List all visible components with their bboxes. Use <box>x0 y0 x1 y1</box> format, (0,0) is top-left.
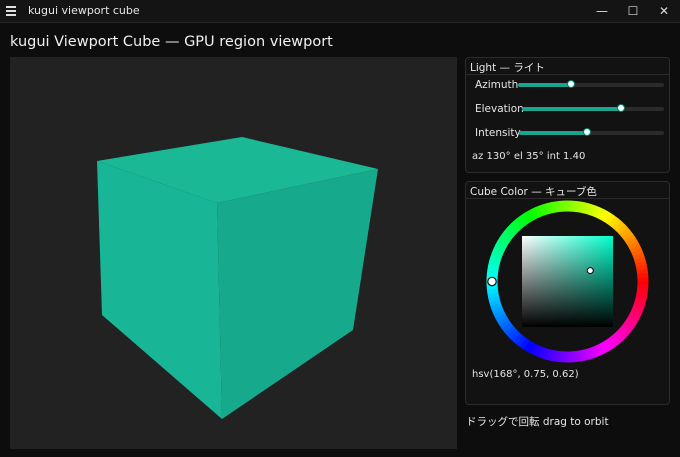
window-title: kugui viewport cube <box>28 4 140 17</box>
title-bar: kugui viewport cube — ☐ ✕ <box>0 0 680 23</box>
light-readout: az 130° el 35° int 1.40 <box>472 151 586 162</box>
light-panel: Light — ライト Azimuth Elevation Intensity … <box>465 57 670 173</box>
hue-marker[interactable] <box>487 276 497 287</box>
intensity-label: Intensity <box>475 127 521 139</box>
intensity-slider-handle[interactable] <box>582 128 591 136</box>
minimize-button[interactable]: — <box>586 0 618 22</box>
azimuth-slider-fill <box>518 83 571 87</box>
cube-right-face <box>217 169 378 419</box>
color-picker[interactable] <box>466 199 669 379</box>
cube-render[interactable] <box>10 57 457 449</box>
gpu-viewport[interactable] <box>10 57 457 449</box>
light-panel-title: Light — ライト <box>470 62 545 74</box>
intensity-slider-fill <box>519 131 587 135</box>
saturation-value-marker[interactable] <box>586 267 594 275</box>
azimuth-slider-handle[interactable] <box>566 80 575 88</box>
orbit-hint: ドラッグで回転 drag to orbit <box>466 416 609 428</box>
elevation-label: Elevation <box>475 103 524 115</box>
cube-color-panel: Cube Color — キューブ色 hsv(168°, 0.75, 0.62) <box>465 181 670 405</box>
divider <box>466 74 669 75</box>
elevation-slider-fill <box>522 107 621 111</box>
cube-left-face <box>97 161 222 419</box>
azimuth-label: Azimuth <box>475 79 519 91</box>
elevation-slider[interactable] <box>522 104 664 112</box>
azimuth-slider[interactable] <box>518 80 664 88</box>
menu-icon[interactable] <box>6 6 16 16</box>
cube-color-panel-title: Cube Color — キューブ色 <box>470 186 597 198</box>
hsv-readout: hsv(168°, 0.75, 0.62) <box>472 369 579 380</box>
close-button[interactable]: ✕ <box>648 0 680 22</box>
saturation-value-square[interactable] <box>522 236 613 327</box>
maximize-button[interactable]: ☐ <box>617 0 649 22</box>
intensity-slider[interactable] <box>519 128 664 136</box>
elevation-slider-handle[interactable] <box>616 104 625 112</box>
page-title: kugui Viewport Cube — GPU region viewpor… <box>10 34 333 50</box>
